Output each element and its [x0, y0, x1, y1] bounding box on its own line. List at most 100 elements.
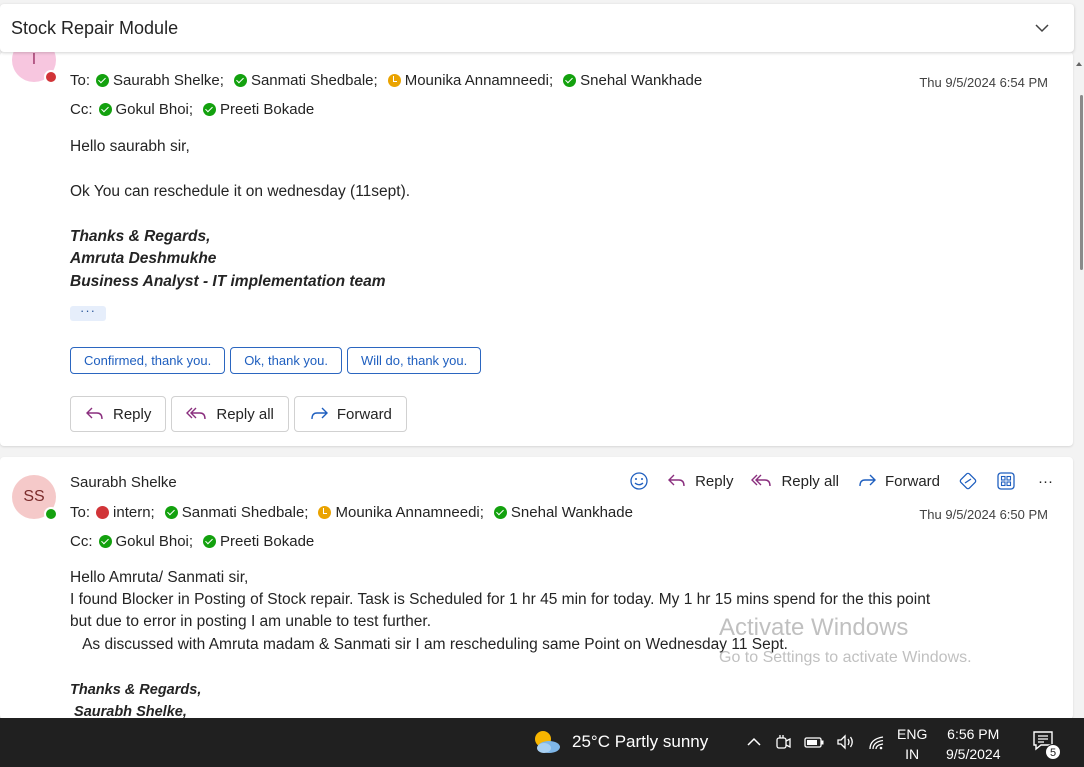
recipient-name: Preeti Bokade [220, 101, 315, 118]
emoji-react-button[interactable] [629, 471, 649, 491]
recipient[interactable]: Gokul Bhoi; [98, 533, 193, 550]
language-indicator[interactable]: ENG IN [897, 724, 927, 764]
reply-button[interactable]: Reply [70, 396, 167, 432]
chevron-up-icon[interactable] [745, 733, 763, 751]
email-message-1: I To: Saurabh Shelke; Sanmati Shedbale; … [0, 52, 1073, 446]
suggested-reply-chip[interactable]: Will do, thank you. [347, 347, 482, 374]
suggested-reply-chip[interactable]: Confirmed, thank you. [70, 347, 226, 374]
weather-widget[interactable]: 25°C Partly sunny [530, 728, 708, 756]
recipient[interactable]: Snehal Wankhade [493, 504, 633, 521]
recipient-name: Snehal Wankhade [510, 504, 633, 521]
forward-button[interactable]: Forward [293, 396, 407, 432]
recipient[interactable]: Preeti Bokade [203, 101, 314, 118]
loop-button[interactable] [958, 471, 978, 491]
recipient[interactable]: Mounika Annamneedi; [318, 504, 484, 521]
forward-button[interactable]: Forward [857, 473, 940, 490]
meet-now-icon[interactable] [773, 732, 793, 752]
presence-available-icon [98, 535, 112, 548]
to-line: To: intern; Sanmati Shedbale; Mounika An… [70, 504, 643, 521]
show-quoted-button[interactable]: ··· [70, 304, 106, 321]
to-label: To: [70, 504, 91, 521]
presence-available-icon [563, 74, 577, 87]
email-greeting: Hello saurabh sir, [70, 138, 190, 155]
email-body-line: but due to error in posting I am unable … [70, 613, 432, 630]
presence-available-icon [203, 103, 217, 116]
forward-label: Forward [884, 472, 940, 490]
activation-watermark-title: Activate Windows [719, 614, 909, 641]
thread-header: Stock Repair Module [0, 4, 1074, 52]
recipient-name: Mounika Annamneedi; [335, 504, 484, 521]
presence-available-icon [233, 74, 247, 87]
recipient[interactable]: Mounika Annamneedi; [387, 72, 554, 89]
region-code: IN [905, 746, 920, 762]
weather-text: 25°C Partly sunny [572, 732, 709, 751]
sent-date: Thu 9/5/2024 6:54 PM [919, 75, 1048, 90]
avatar-initials: I [31, 52, 37, 68]
loop-icon [959, 472, 977, 490]
reply-all-button[interactable]: Reply all [751, 473, 839, 490]
reply-all-label: Reply all [781, 472, 839, 490]
more-actions-button[interactable]: ··· [1038, 473, 1053, 490]
activation-watermark-subtitle: Go to Settings to activate Windows. [719, 649, 972, 666]
recipient[interactable]: Snehal Wankhade [563, 72, 702, 89]
presence-available-icon [493, 506, 507, 519]
sender-name[interactable]: Saurabh Shelke [70, 474, 177, 491]
recipient[interactable]: Gokul Bhoi; [98, 101, 194, 118]
cc-label: Cc: [70, 101, 93, 118]
scrollbar-thumb[interactable] [1080, 95, 1083, 270]
to-label: To: [70, 72, 91, 89]
reply-label: Reply [695, 472, 734, 490]
forward-icon [859, 474, 876, 487]
avatar[interactable]: SS [12, 475, 58, 521]
wifi-icon[interactable] [867, 733, 887, 751]
recipient[interactable]: Sanmati Shedbale; [164, 504, 309, 521]
reply-icon [86, 407, 103, 420]
reply-actions: Reply Reply all Forward [70, 396, 407, 432]
email-greeting: Hello Amruta/ Sanmati sir, [70, 569, 249, 586]
reply-icon [668, 474, 685, 487]
scroll-up-arrow-icon[interactable] [1076, 62, 1082, 66]
reply-all-icon [751, 474, 772, 487]
sent-date: Thu 9/5/2024 6:50 PM [919, 507, 1048, 522]
email-body-line: Ok You can reschedule it on wednesday (1… [70, 183, 411, 200]
cc-line: Cc: Gokul Bhoi; Preeti Bokade [70, 533, 324, 550]
reply-all-button[interactable]: Reply all [171, 396, 289, 432]
presence-available-icon [203, 535, 217, 548]
signature-line: Thanks & Regards, [70, 682, 202, 698]
email-body-line: As discussed with Amruta madam & Sanmati… [70, 636, 788, 653]
presence-available-icon [96, 74, 110, 87]
presence-busy-icon [96, 506, 110, 519]
signature-name: Saurabh Shelke, [70, 704, 187, 719]
battery-icon[interactable] [803, 733, 825, 751]
reply-button[interactable]: Reply [667, 473, 733, 490]
recipient[interactable]: Preeti Bokade [203, 533, 314, 550]
chevron-down-icon[interactable] [1032, 18, 1052, 38]
reply-label: Reply [113, 405, 152, 423]
recipient-name: intern; [113, 504, 155, 521]
recipient-name: Gokul Bhoi; [115, 101, 194, 118]
avatar-initials: SS [23, 488, 45, 505]
suggested-reply-chip[interactable]: Ok, thank you. [230, 347, 343, 374]
reply-all-icon [186, 407, 207, 420]
recipient[interactable]: intern; [96, 504, 155, 521]
presence-available-icon [44, 507, 58, 521]
signature-name: Amruta Deshmukhe [70, 250, 217, 267]
presence-away-icon [318, 506, 332, 519]
forward-label: Forward [336, 405, 392, 423]
avatar[interactable]: I [12, 52, 58, 84]
message-toolbar: Reply Reply all Forward ··· [611, 471, 1053, 491]
to-line: To: Saurabh Shelke; Sanmati Shedbale; Mo… [70, 72, 712, 89]
clock[interactable]: 6:56 PM 9/5/2024 [946, 724, 1001, 764]
apps-button[interactable] [996, 471, 1016, 491]
recipient[interactable]: Sanmati Shedbale; [233, 72, 378, 89]
reply-all-label: Reply all [216, 405, 274, 423]
clock-time: 6:56 PM [947, 726, 1000, 742]
presence-away-icon [387, 74, 401, 87]
recipient-name: Saurabh Shelke; [113, 72, 224, 89]
volume-icon[interactable] [835, 733, 857, 751]
recipient[interactable]: Saurabh Shelke; [96, 72, 224, 89]
taskbar: 25°C Partly sunny ENG IN 6:56 PM 9/5/202… [0, 718, 1084, 767]
recipient-name: Sanmati Shedbale; [181, 504, 309, 521]
partly-sunny-icon [535, 731, 560, 753]
recipient-name: Mounika Annamneedi; [404, 72, 554, 89]
